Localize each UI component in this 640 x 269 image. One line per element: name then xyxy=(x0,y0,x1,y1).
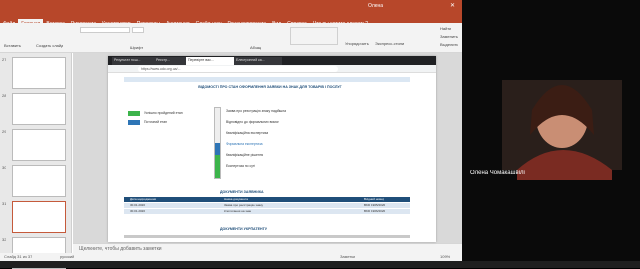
doc-header-strip xyxy=(124,77,410,82)
cell-date: 30.01.2020 xyxy=(130,209,146,213)
participant-name: Олена Чомакашвілі xyxy=(470,170,525,176)
ribbon: Вставить Создать слайд Шрифт Абзац Упоря… xyxy=(0,23,462,53)
cell-doc[interactable]: Клопотання на знак xyxy=(224,209,251,213)
thumbnail-selected[interactable] xyxy=(12,201,66,233)
status-bar: Слайд 31 из 37 русский Заметки 109% xyxy=(0,253,462,261)
docs-section-title: ДОКУМЕНТИ ЗАЯВНИКА xyxy=(220,190,264,194)
col-header: Вхідний номер xyxy=(364,197,385,201)
slide-counter: Слайд 31 из 37 xyxy=(4,254,33,259)
docs-section-title-2: ДОКУМЕНТИ УКРПАТЕНТУ xyxy=(220,227,268,231)
user-name[interactable]: Олена xyxy=(368,3,383,9)
quick-styles-button[interactable]: Экспресс-стили xyxy=(375,41,404,46)
close-icon[interactable]: ✕ xyxy=(450,2,455,9)
stage-label: Заява про реєстрацію знаку надійшла xyxy=(226,109,287,113)
legend-completed: Успішно пройдений етап xyxy=(144,111,183,115)
paste-button[interactable]: Вставить xyxy=(4,43,21,48)
cell-number: BKD 1906/2020 xyxy=(364,209,386,213)
new-slide-button[interactable]: Создать слайд xyxy=(36,43,63,48)
progress-fill-blue xyxy=(215,143,220,155)
font-size-select[interactable] xyxy=(132,27,144,33)
legend-blue-swatch xyxy=(128,120,140,125)
thumbnail-number: 32 xyxy=(2,237,7,242)
thumbnail[interactable] xyxy=(12,129,66,161)
font-group-label: Шрифт xyxy=(130,45,144,50)
stage-label: Кваліфікаційна експертиза xyxy=(226,131,269,135)
slide-thumbnails-pane: 27 28 29 30 31 32 xyxy=(0,53,72,269)
stage-label: Експертиза по суті xyxy=(226,164,256,168)
stage-label: Формальна експертиза xyxy=(226,142,263,146)
thumbnail-number: 30 xyxy=(2,165,7,170)
thumbnail[interactable] xyxy=(12,57,66,89)
cell-doc[interactable]: Заява про реєстрацію знаку xyxy=(224,203,263,207)
progress-fill-green xyxy=(215,155,220,178)
font-name-select[interactable] xyxy=(80,27,130,33)
taskbar xyxy=(0,261,640,268)
ribbon-tabs: ФайлГлавнаяВставкаРисованиеКонструкторПе… xyxy=(0,12,462,30)
webcam-video xyxy=(462,0,640,261)
language-indicator: русский xyxy=(60,254,75,259)
document-page: ВІДОМОСТІ ПРО СТАН ОФОРМЛЕННЯ ЗАЯВКИ НА … xyxy=(120,75,414,242)
paragraph-group-label: Абзац xyxy=(250,45,262,50)
thumbnail-number: 27 xyxy=(2,57,7,62)
browser-tab-strip: Результат пош... Реєстр... Перевірте вас… xyxy=(108,56,436,67)
legend-current: Поточний етап xyxy=(144,120,167,124)
docs-table-header: Дата надходження Назва документа Вхідний… xyxy=(124,197,410,202)
col-header: Дата надходження xyxy=(130,197,156,201)
shapes-gallery[interactable] xyxy=(290,27,338,45)
title-bar: Олена ✕ xyxy=(0,0,462,12)
browser-toolbar: https://www.udo.org.ua/... xyxy=(108,65,436,73)
thumbnail-number: 28 xyxy=(2,93,7,98)
url-bar[interactable]: https://www.udo.org.ua/... xyxy=(138,66,338,72)
zoom-level[interactable]: 109% xyxy=(440,253,450,261)
arrange-button[interactable]: Упорядочить xyxy=(345,41,369,46)
presenter-video-frame xyxy=(462,0,640,261)
select-button[interactable]: Выделить xyxy=(440,42,458,47)
stage-label: Відповідно до формальних вимог xyxy=(226,120,279,124)
cell-number: BKD 1905/2020 xyxy=(364,203,386,207)
replace-button[interactable]: Заменить xyxy=(440,34,458,39)
thumbnail[interactable] xyxy=(12,165,66,197)
thumbnail-number: 29 xyxy=(2,129,7,134)
legend-green-swatch xyxy=(128,111,140,116)
cell-date: 30.01.2020 xyxy=(130,203,146,207)
doc-text-line xyxy=(124,235,410,238)
table-row: 30.01.2020 Клопотання на знак BKD 1906/2… xyxy=(124,209,410,214)
stage-label: Кваліфікаційне рішення xyxy=(226,153,264,157)
notes-toggle[interactable]: Заметки xyxy=(340,253,355,261)
notes-pane[interactable]: Щелкните, чтобы добавить заметки xyxy=(73,243,462,253)
find-button[interactable]: Найти xyxy=(440,26,451,31)
table-row: 30.01.2020 Заява про реєстрацію знаку BK… xyxy=(124,203,410,208)
thumbnail-number: 31 xyxy=(2,201,7,206)
slide[interactable]: Результат пош... Реєстр... Перевірте вас… xyxy=(108,56,436,242)
doc-title: ВІДОМОСТІ ПРО СТАН ОФОРМЛЕННЯ ЗАЯВКИ НА … xyxy=(198,85,342,89)
col-header: Назва документа xyxy=(224,197,248,201)
thumbnail[interactable] xyxy=(12,93,66,125)
